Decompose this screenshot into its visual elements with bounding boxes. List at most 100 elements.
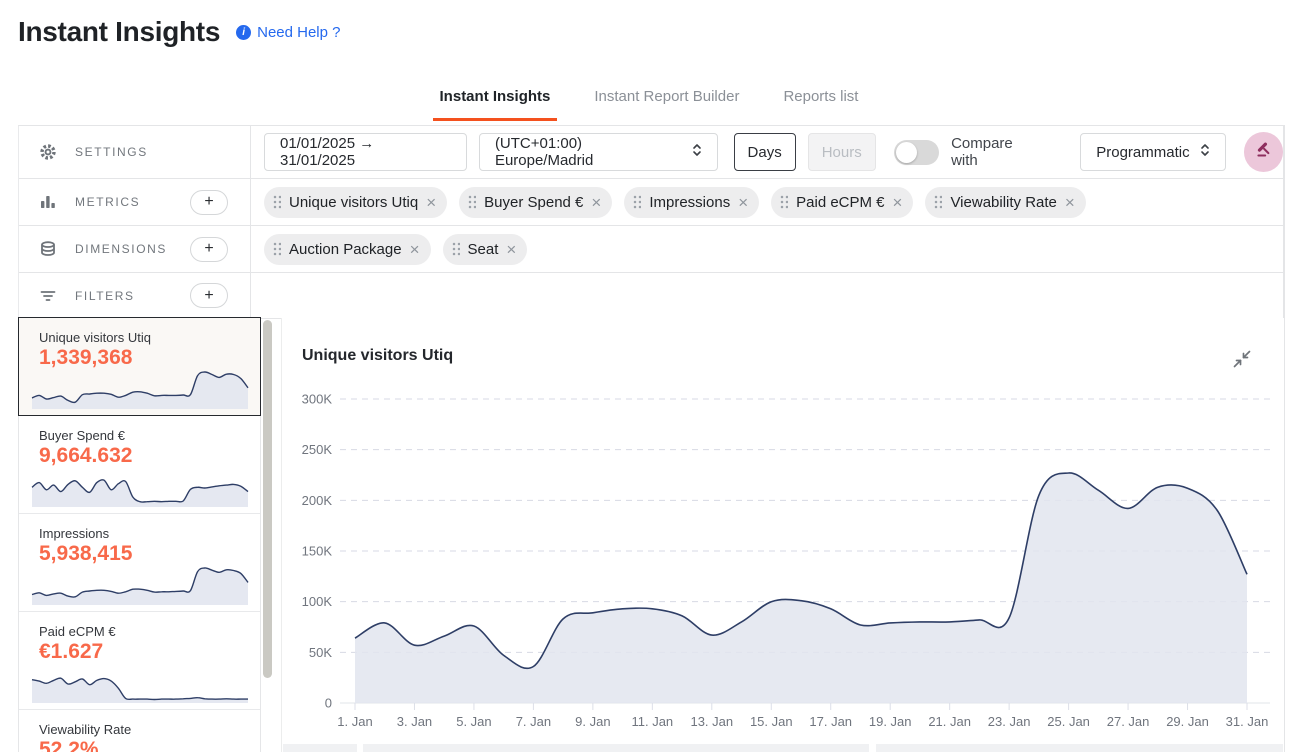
x-axis-tick: 13. Jan — [690, 714, 733, 729]
chip-remove-icon[interactable]: × — [1065, 194, 1075, 211]
x-axis-tick: 21. Jan — [928, 714, 971, 729]
drag-handle-icon — [273, 195, 281, 209]
days-button[interactable]: Days — [734, 133, 796, 171]
metric-chips-row: Unique visitors Utiq×Buyer Spend €×Impre… — [251, 179, 1283, 226]
need-help-link[interactable]: i Need Help ? — [236, 24, 340, 41]
x-axis-tick: 15. Jan — [750, 714, 793, 729]
collapse-icon[interactable] — [1232, 349, 1252, 369]
chip-label: Unique visitors Utiq — [289, 194, 418, 211]
chip-remove-icon[interactable]: × — [738, 194, 748, 211]
tab-reports-list[interactable]: Reports list — [776, 88, 865, 121]
x-axis-tick: 3. Jan — [397, 714, 432, 729]
y-axis-tick: 300K — [302, 392, 333, 407]
sidebar-item-metrics[interactable]: METRICS + — [19, 179, 251, 226]
channel-select[interactable]: Programmatic — [1080, 133, 1225, 171]
channel-value: Programmatic — [1096, 144, 1189, 161]
drag-handle-icon — [934, 195, 942, 209]
x-axis-tick: 5. Jan — [456, 714, 491, 729]
x-axis-tick: 17. Jan — [809, 714, 852, 729]
metric-chip-paid-ecpm[interactable]: Paid eCPM € × — [771, 187, 913, 218]
metric-card-impressions[interactable]: Impressions5,938,415 — [19, 514, 260, 612]
metrics-label: METRICS — [75, 195, 140, 209]
instant-insights-page: Instant Insights i Need Help ? Instant I… — [0, 0, 1298, 752]
x-axis-tick: 27. Jan — [1107, 714, 1150, 729]
table-stub-segment — [876, 744, 1283, 752]
filter-chips-row — [251, 273, 1283, 319]
dimension-chip-auction-package[interactable]: Auction Package× — [264, 234, 431, 265]
y-axis-tick: 100K — [302, 594, 333, 609]
x-axis-tick: 23. Jan — [988, 714, 1031, 729]
database-icon — [39, 240, 57, 258]
date-range-picker[interactable]: 01/01/2025 → 31/01/2025 — [264, 133, 467, 171]
timezone-value: (UTC+01:00) Europe/Madrid — [495, 135, 682, 169]
cards-scrollbar[interactable] — [263, 320, 272, 678]
chart-title: Unique visitors Utiq — [302, 347, 453, 365]
bar-chart-icon — [39, 193, 57, 211]
table-stub-segment — [283, 744, 357, 752]
metric-card-value: 52.2% — [39, 738, 99, 752]
sparkline — [28, 660, 252, 704]
y-axis-tick: 150K — [302, 544, 333, 559]
y-axis-tick: 250K — [302, 442, 333, 457]
hours-button[interactable]: Hours — [808, 133, 876, 171]
metric-chip-viewability-rate[interactable]: Viewability Rate × — [925, 187, 1085, 218]
metric-chip-unique-visitors-utiq[interactable]: Unique visitors Utiq × — [264, 187, 447, 218]
tab-instant-report-builder[interactable]: Instant Report Builder — [587, 88, 746, 121]
x-axis-tick: 11. Jan — [631, 714, 673, 729]
timezone-select[interactable]: (UTC+01:00) Europe/Madrid — [479, 133, 718, 171]
metric-card-viewability-rate[interactable]: Viewability Rate52.2% — [19, 710, 260, 752]
chip-remove-icon[interactable]: × — [591, 194, 601, 211]
sidebar-item-filters[interactable]: FILTERS + — [19, 273, 251, 319]
settings-label: SETTINGS — [75, 145, 148, 159]
add-metric-button[interactable]: + — [190, 190, 228, 215]
metric-chip-buyer-spend[interactable]: Buyer Spend € × — [459, 187, 612, 218]
chip-label: Viewability Rate — [950, 194, 1056, 211]
auction-mode-button[interactable] — [1244, 132, 1283, 172]
y-axis-tick: 200K — [302, 493, 333, 508]
sidebar-item-settings[interactable]: SETTINGS — [19, 126, 251, 179]
chip-remove-icon[interactable]: × — [506, 241, 516, 258]
panel-right-border — [1284, 125, 1285, 752]
chip-remove-icon[interactable]: × — [410, 241, 420, 258]
metric-card-label: Buyer Spend € — [39, 428, 125, 443]
metric-card-label: Unique visitors Utiq — [39, 330, 151, 345]
chart-panel: 050K100K150K200K250K300K1. Jan3. Jan5. J… — [281, 318, 1284, 752]
metric-card-label: Viewability Rate — [39, 722, 131, 737]
sparkline — [28, 562, 252, 606]
tab-bar: Instant Insights Instant Report Builder … — [0, 88, 1298, 121]
x-axis-tick: 7. Jan — [516, 714, 551, 729]
x-axis-tick: 1. Jan — [337, 714, 372, 729]
filters-label: FILTERS — [75, 289, 135, 303]
x-axis-tick: 31. Jan — [1226, 714, 1269, 729]
drag-handle-icon — [780, 195, 788, 209]
metric-chip-impressions[interactable]: Impressions× — [624, 187, 759, 218]
drag-handle-icon — [468, 195, 476, 209]
sidebar-item-dimensions[interactable]: DIMENSIONS + — [19, 226, 251, 273]
metric-card-buyer-spend[interactable]: Buyer Spend €9,664.632 — [19, 416, 260, 514]
add-dimension-button[interactable]: + — [190, 237, 228, 262]
add-filter-button[interactable]: + — [190, 283, 228, 308]
dimension-chip-seat[interactable]: Seat × — [443, 234, 528, 265]
need-help-label: Need Help ? — [257, 24, 340, 41]
dimension-chips-row: Auction Package× Seat × — [251, 226, 1283, 273]
x-axis-tick: 29. Jan — [1166, 714, 1209, 729]
chip-label: Seat — [468, 241, 499, 258]
unique-visitors-chart: 050K100K150K200K250K300K1. Jan3. Jan5. J… — [282, 318, 1285, 752]
chip-remove-icon[interactable]: × — [426, 194, 436, 211]
tab-instant-insights[interactable]: Instant Insights — [433, 88, 558, 121]
filter-icon — [39, 287, 57, 305]
info-icon: i — [236, 25, 251, 40]
compare-with-toggle[interactable] — [894, 140, 939, 165]
sparkline — [28, 464, 252, 508]
gavel-icon — [1255, 141, 1272, 163]
chip-label: Buyer Spend € — [484, 194, 583, 211]
chip-label: Paid eCPM € — [796, 194, 884, 211]
compare-with-label: Compare with — [951, 135, 1042, 169]
metric-card-unique-visitors-utiq[interactable]: Unique visitors Utiq1,339,368 — [18, 317, 261, 416]
metric-card-paid-ecpm[interactable]: Paid eCPM €€1.627 — [19, 612, 260, 710]
y-axis-tick: 50K — [309, 645, 332, 660]
x-axis-tick: 25. Jan — [1047, 714, 1090, 729]
dimensions-label: DIMENSIONS — [75, 242, 167, 256]
chip-remove-icon[interactable]: × — [893, 194, 903, 211]
table-stub-segment — [363, 744, 869, 752]
